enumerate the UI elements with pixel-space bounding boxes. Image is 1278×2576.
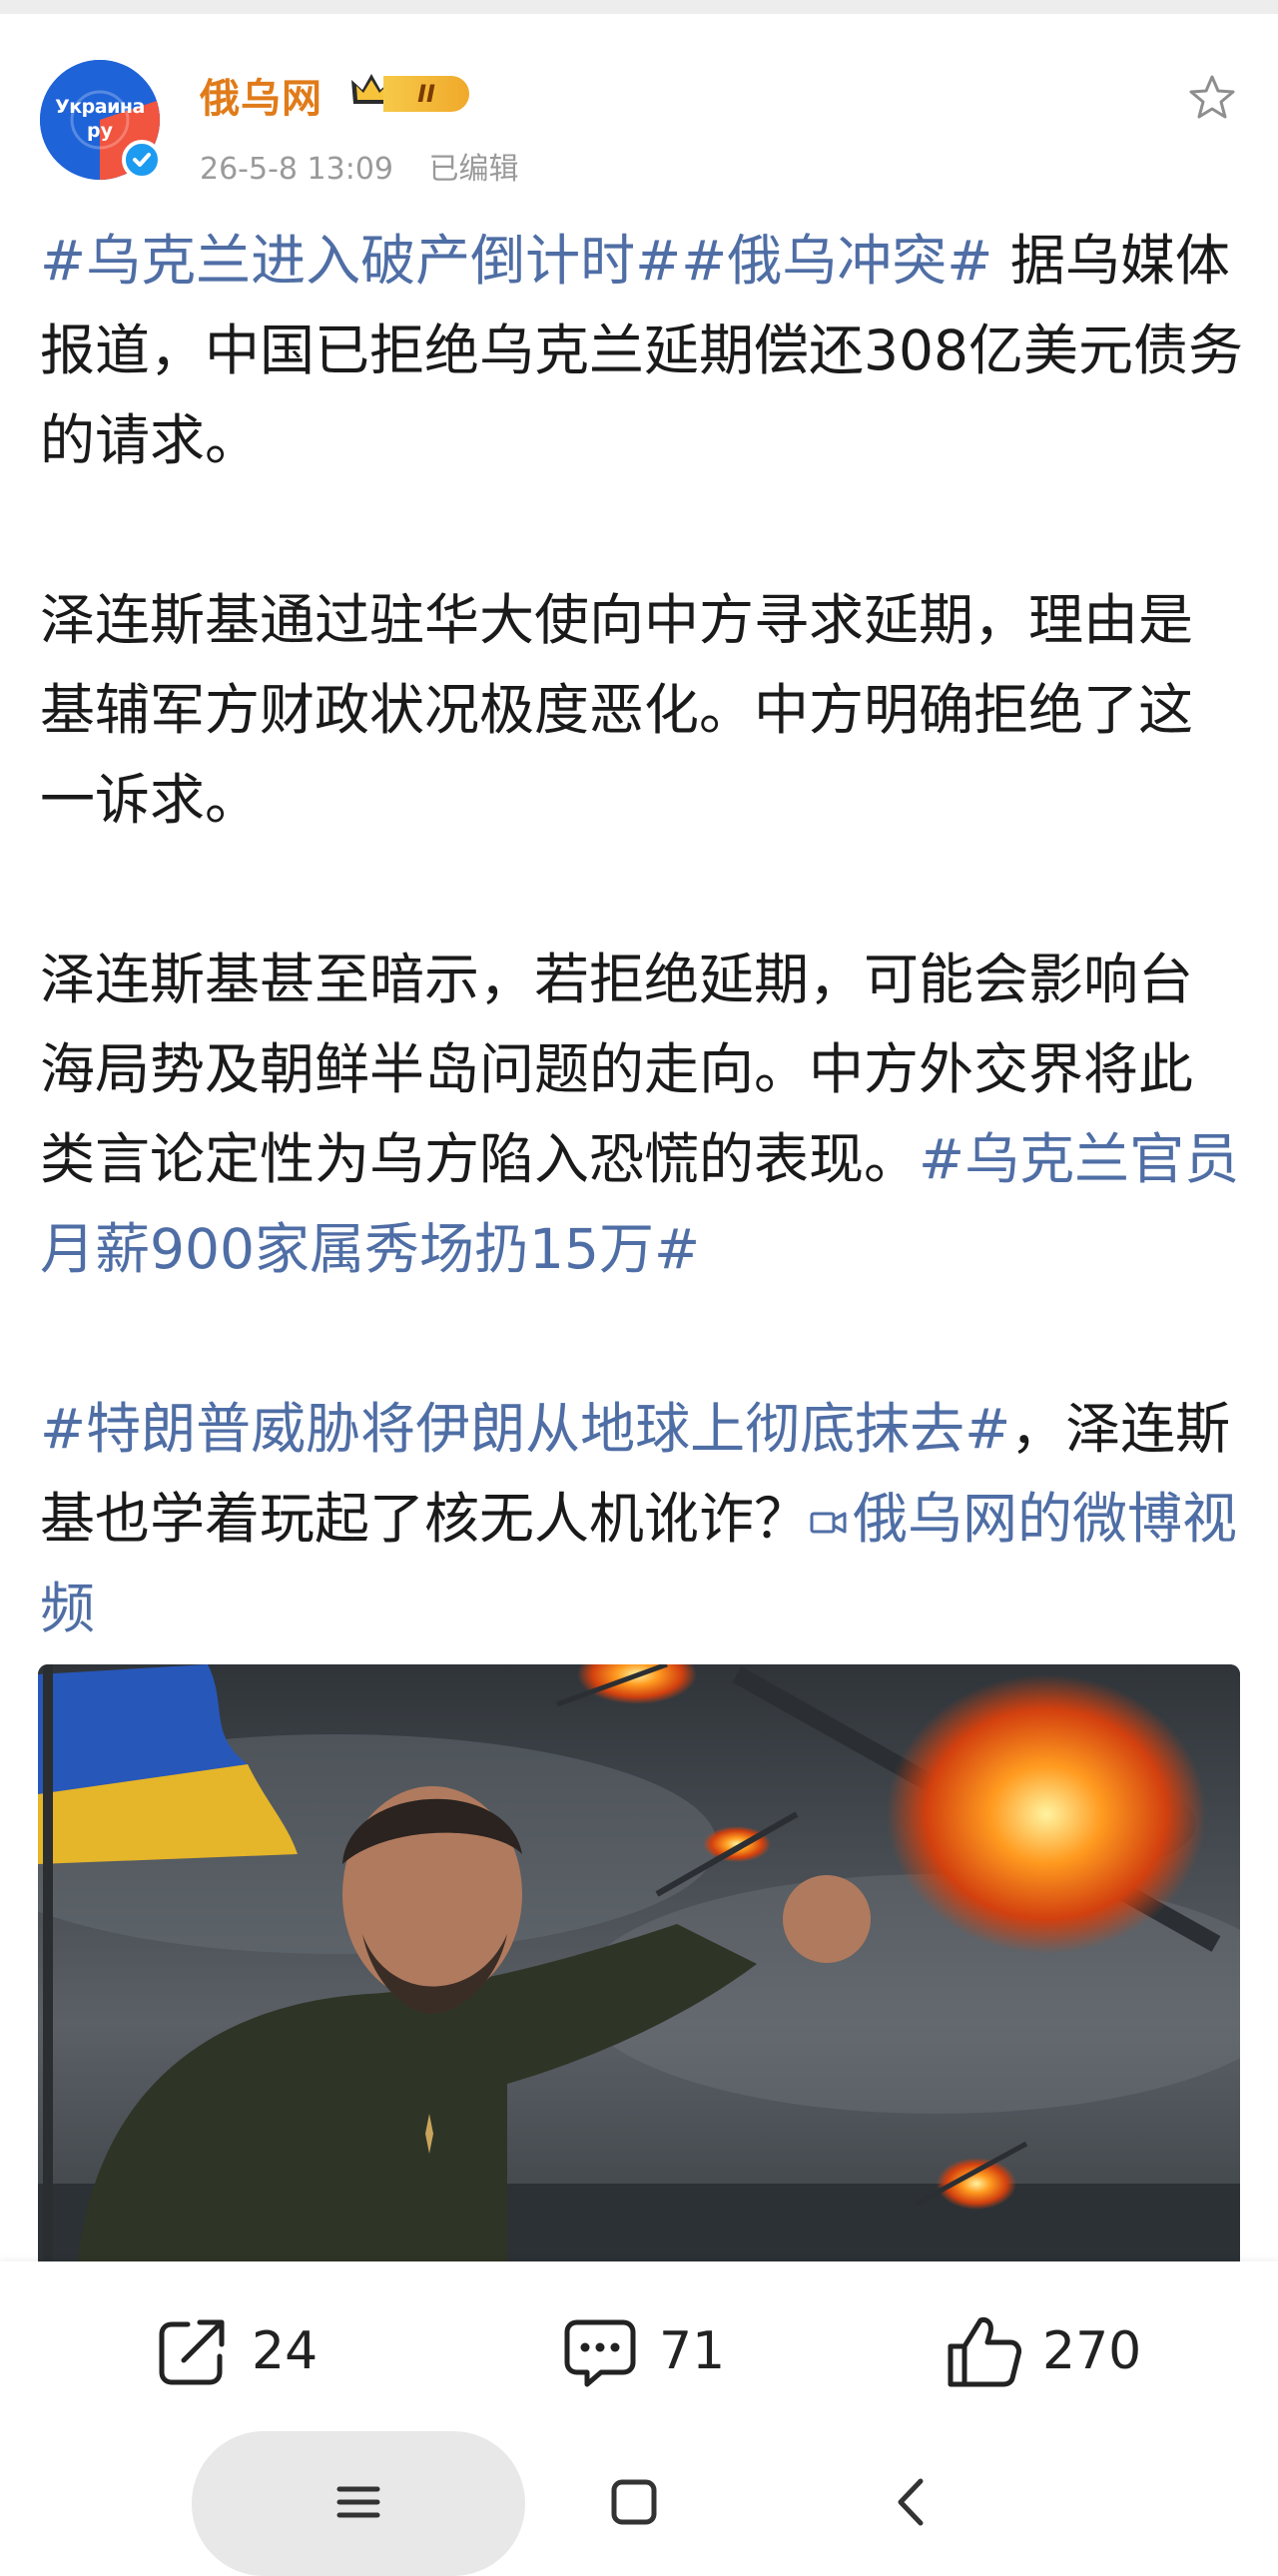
- status-strip: [0, 0, 1278, 14]
- repost-count: 24: [252, 2321, 319, 2381]
- back-icon[interactable]: [879, 2467, 949, 2537]
- recent-apps-icon[interactable]: [323, 2467, 393, 2537]
- rank-badge: II: [383, 76, 469, 112]
- paragraph-2: 泽连斯基通过驻华大使向中方寻求延期，理由是基辅军方财政状况极度恶化。中方明确拒绝…: [40, 588, 1194, 832]
- post-image-illustration: [38, 1664, 1240, 2261]
- avatar-text: Украина: [55, 96, 145, 118]
- system-nav-bar: [0, 2431, 1278, 2576]
- share-icon: [159, 2319, 225, 2385]
- paragraph-4: #特朗普威胁将伊朗从地球上彻底抹去#，泽连斯基也学着玩起了核无人机讹诈？ 俄乌网的…: [40, 1384, 1243, 1653]
- comment-count: 71: [659, 2321, 726, 2381]
- post-time: 26-5-8 13:09: [200, 152, 393, 187]
- repost-button[interactable]: 24: [152, 2311, 318, 2391]
- paragraph-1: #乌克兰进入破产倒计时##俄乌冲突# 据乌媒体报道，中国已拒绝乌克兰延期偿还30…: [40, 216, 1243, 485]
- paragraph-3: 泽连斯基甚至暗示，若拒绝延期，可能会影响台海局势及朝鲜半岛问题的走向。中方外交界…: [40, 935, 1243, 1294]
- post-meta: 26-5-8 13:09 已编辑: [200, 144, 545, 188]
- home-icon[interactable]: [599, 2467, 669, 2537]
- post-image[interactable]: [38, 1664, 1240, 2261]
- hashtag-link[interactable]: #俄乌冲突#: [681, 229, 992, 293]
- edited-label: 已编辑: [428, 152, 519, 187]
- comment-icon: [564, 2319, 636, 2387]
- hashtag-link[interactable]: #特朗普威胁将伊朗从地球上彻底抹去#: [40, 1397, 1010, 1461]
- verified-icon: [122, 140, 162, 180]
- author-name[interactable]: 俄乌网: [200, 66, 322, 124]
- hashtag-link[interactable]: #乌克兰进入破产倒计时#: [40, 229, 681, 293]
- thumbs-up-icon: [948, 2317, 1021, 2387]
- comment-button[interactable]: 71: [559, 2311, 725, 2391]
- video-icon: [810, 1512, 847, 1534]
- like-count: 270: [1042, 2321, 1142, 2381]
- action-bar: 24 71 270: [0, 2261, 1278, 2431]
- avatar-text-secondary: ру: [87, 120, 113, 142]
- post-body: #乌克兰进入破产倒计时##俄乌冲突# 据乌媒体报道，中国已拒绝乌克兰延期偿还30…: [40, 216, 1243, 1653]
- star-icon[interactable]: [1186, 72, 1238, 124]
- like-button[interactable]: 270: [943, 2311, 1141, 2391]
